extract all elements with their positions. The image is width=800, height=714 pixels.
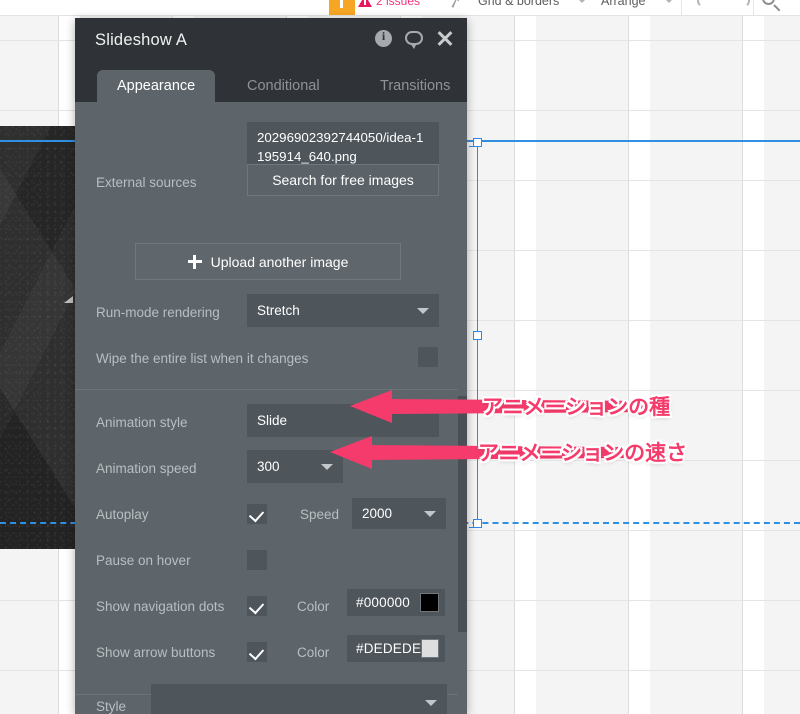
toolbar-divider	[753, 0, 754, 15]
chevron-down-icon	[424, 510, 436, 517]
chevron-down-icon[interactable]	[578, 0, 586, 3]
autoplay-label: Autoplay	[96, 507, 149, 522]
navigation-dots-color-field[interactable]: #000000	[347, 589, 445, 616]
speed-value: 2000	[362, 506, 393, 521]
autoplay-checkbox[interactable]	[247, 504, 267, 524]
notifications-badge-icon[interactable]	[329, 0, 355, 15]
tab-transitions[interactable]: Transitions	[360, 70, 467, 102]
grid-line	[742, 16, 743, 714]
redo-icon[interactable]	[735, 0, 750, 8]
show-arrow-buttons-checkbox[interactable]	[247, 642, 267, 662]
issues-count[interactable]: 2 issues	[376, 0, 420, 8]
panel-tabs: Appearance Conditional Transitions	[75, 64, 467, 102]
run-mode-rendering-label: Run-mode rendering	[96, 305, 220, 320]
grid-line	[514, 16, 515, 714]
upload-button-label: Upload another image	[210, 253, 349, 270]
annotation-text-animation-speed: アニメーションの速さ	[478, 441, 688, 465]
show-arrow-buttons-label: Show arrow buttons	[96, 645, 216, 660]
comment-icon[interactable]	[405, 31, 423, 49]
animation-style-label: Animation style	[96, 415, 188, 430]
arrow-buttons-color-swatch[interactable]	[421, 639, 439, 658]
grid-column	[650, 16, 742, 714]
grid-column	[764, 16, 800, 714]
warning-triangle-icon	[358, 0, 372, 7]
plus-icon	[187, 254, 202, 269]
style-label: Style	[96, 699, 127, 714]
show-navigation-dots-label: Show navigation dots	[96, 599, 225, 614]
grid-column	[536, 16, 628, 714]
speed-label: Speed	[300, 507, 340, 522]
animation-style-value: Slide	[257, 413, 288, 428]
panel-header-actions	[375, 29, 454, 49]
animation-speed-label: Animation speed	[96, 461, 197, 476]
navigation-dots-color-label: Color	[297, 599, 330, 614]
animation-speed-value: 300	[257, 459, 280, 474]
undo-icon[interactable]	[697, 0, 712, 8]
selection-handle-bottom[interactable]	[473, 519, 482, 528]
show-navigation-dots-checkbox[interactable]	[247, 596, 267, 616]
navigation-dots-color-swatch[interactable]	[420, 593, 439, 612]
info-icon[interactable]	[375, 29, 392, 47]
slideshow-image-preview[interactable]	[0, 126, 76, 549]
pause-on-hover-checkbox[interactable]	[247, 550, 267, 570]
panel-title: Slideshow A	[95, 31, 188, 49]
annotation-text-animation-style: アニメーションの種	[482, 395, 671, 419]
property-editor-panel[interactable]: Slideshow A Appearance Conditional Trans…	[75, 18, 467, 714]
chevron-down-icon	[417, 307, 429, 314]
top-toolbar: 2 issues ➚ Grid & borders Arrange	[0, 0, 800, 16]
toolbar-divider	[681, 0, 682, 15]
external-sources-label: External sources	[96, 175, 197, 190]
tab-appearance[interactable]: Appearance	[97, 70, 216, 102]
navigation-dots-color-value: #000000	[356, 595, 410, 610]
chevron-down-icon[interactable]	[665, 0, 673, 3]
cursor-arrow-icon[interactable]: ➚	[445, 0, 465, 14]
speed-field[interactable]: 2000	[352, 498, 446, 529]
run-mode-rendering-value: Stretch	[257, 303, 300, 318]
style-select[interactable]	[151, 684, 447, 714]
wipe-list-label: Wipe the entire list when it changes	[96, 351, 309, 366]
selection-handle-top[interactable]	[473, 138, 482, 147]
wipe-list-checkbox[interactable]	[418, 347, 438, 367]
arrow-buttons-color-value: #DEDEDE	[356, 641, 422, 656]
arrow-buttons-color-label: Color	[297, 645, 330, 660]
search-free-images-button[interactable]: Search for free images	[247, 164, 439, 196]
run-mode-rendering-select[interactable]: Stretch	[247, 294, 439, 327]
close-icon[interactable]	[436, 29, 454, 47]
grid-line	[628, 16, 629, 714]
search-icon[interactable]	[762, 0, 775, 5]
selection-handle-middle[interactable]	[473, 331, 482, 340]
tab-conditional[interactable]: Conditional	[227, 70, 340, 102]
arrow-buttons-color-field[interactable]: #DEDEDE	[347, 635, 445, 662]
chevron-down-icon	[425, 700, 437, 706]
app-root: 2 issues ➚ Grid & borders Arrange Slides…	[0, 0, 800, 714]
panel-header: Slideshow A	[75, 18, 467, 64]
toolbar-item-arrange[interactable]: Arrange	[601, 0, 645, 8]
pause-on-hover-label: Pause on hover	[96, 553, 191, 568]
upload-another-image-button[interactable]: Upload another image	[135, 243, 401, 280]
toolbar-item-grid-borders[interactable]: Grid & borders	[478, 0, 559, 8]
